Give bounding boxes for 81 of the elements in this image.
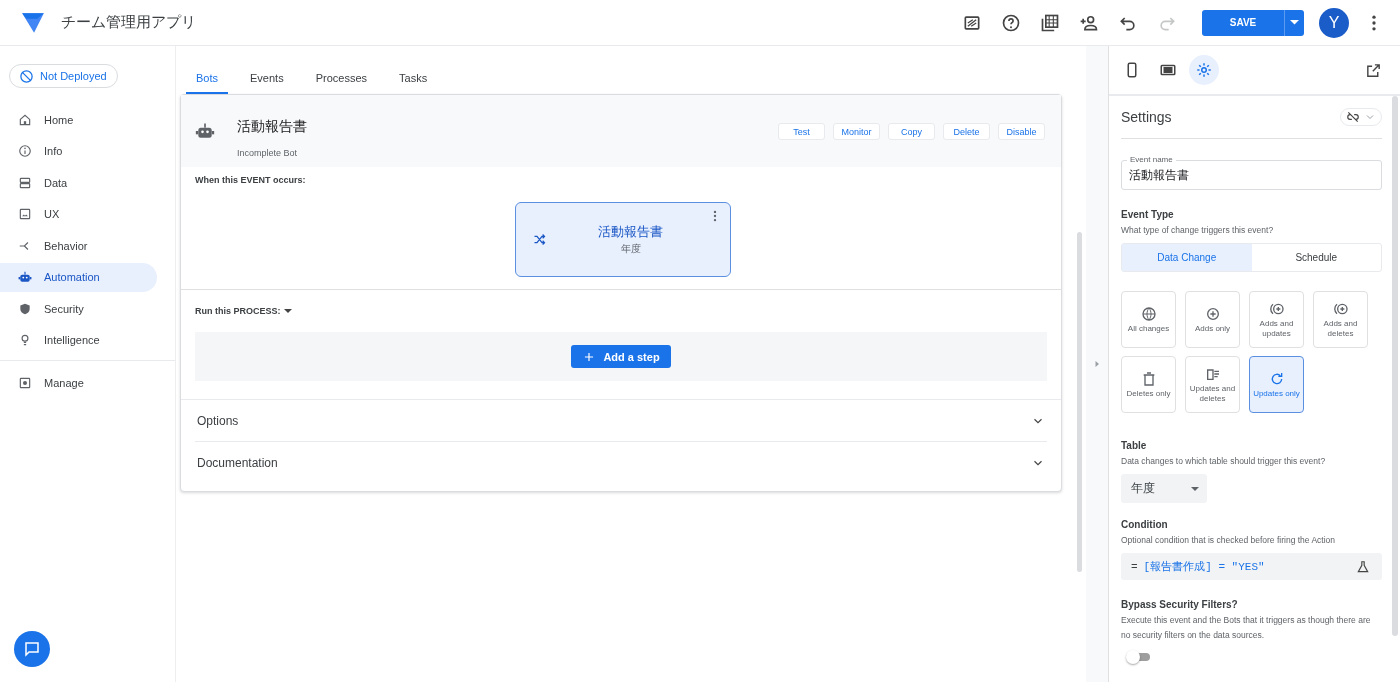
- panel-title: Settings: [1121, 109, 1172, 125]
- caret-icon[interactable]: [283, 309, 292, 313]
- save-menu-button[interactable]: [1284, 9, 1304, 36]
- section-title: Table: [1121, 440, 1148, 451]
- deploy-status-button[interactable]: Not Deployed: [9, 64, 118, 88]
- bot-action-button[interactable]: Monitor: [833, 123, 880, 140]
- section-label: Run this PROCESS:: [195, 306, 281, 316]
- change-type-option[interactable]: Updates only: [1249, 356, 1304, 413]
- user-avatar[interactable]: Y: [1319, 7, 1349, 38]
- bot-action-button[interactable]: Test: [778, 123, 825, 140]
- change-type-option[interactable]: Deletes only: [1121, 356, 1176, 413]
- section-label: When this EVENT occurs:: [195, 175, 307, 185]
- unlink-menu-button[interactable]: [1340, 108, 1382, 126]
- open-external-icon[interactable]: [1365, 61, 1382, 79]
- sidebar-item[interactable]: Data: [0, 168, 157, 197]
- link-off-icon: [1346, 110, 1360, 124]
- section-hint: Data changes to which table should trigger this event?: [1121, 455, 1327, 468]
- help-icon[interactable]: [1001, 12, 1021, 33]
- change-type-option[interactable]: Adds and deletes: [1313, 291, 1368, 348]
- change-type-option[interactable]: Adds and updates: [1249, 291, 1304, 348]
- sidebar-item[interactable]: Manage: [0, 368, 157, 398]
- home-icon: [18, 112, 32, 127]
- event-card[interactable]: 活動報告書 年度: [515, 202, 731, 277]
- condition-field[interactable]: = [報告書作成] = "YES": [1121, 553, 1382, 580]
- change-type-option[interactable]: All changes: [1121, 291, 1176, 348]
- app-title: チーム管理用アプリ: [61, 13, 196, 32]
- section-title: Condition: [1121, 519, 1169, 530]
- event-table: 年度: [547, 242, 714, 256]
- expression-text: [報告書作成] = "YES": [1143, 560, 1265, 574]
- section-hint: Optional condition that is checked before firing the Action: [1121, 534, 1337, 547]
- image-icon: [18, 207, 32, 221]
- bot-action-button[interactable]: Disable: [998, 123, 1045, 140]
- bot-action-button[interactable]: Copy: [888, 123, 935, 140]
- scrollbar[interactable]: [1392, 96, 1398, 636]
- section-hint: Execute this event and the Bots that it triggers as though there are no security filters on the data sources.: [1121, 614, 1372, 642]
- section-title: Event Type: [1121, 209, 1175, 220]
- sidebar-item[interactable]: Automation: [0, 262, 157, 292]
- bot-name: 活動報告書: [237, 118, 307, 136]
- section-hint: What type of change triggers this event?: [1121, 224, 1275, 237]
- save-button[interactable]: SAVE: [1202, 9, 1284, 36]
- info-icon: [18, 144, 32, 158]
- field-label: Event name: [1127, 155, 1176, 165]
- add-circle-icon: [1204, 305, 1221, 322]
- sidebar-item[interactable]: Home: [0, 105, 157, 134]
- chat-icon: [23, 640, 41, 658]
- data-icon: [18, 175, 32, 190]
- tab[interactable]: Processes: [305, 72, 377, 94]
- chat-button[interactable]: [14, 631, 50, 667]
- shield-icon: [18, 301, 32, 316]
- sidebar-item[interactable]: Behavior: [0, 231, 157, 260]
- robot-icon: [18, 270, 32, 284]
- add-step-button[interactable]: Add a step: [571, 345, 671, 368]
- accordion-header[interactable]: Options: [195, 400, 1047, 442]
- bulb-icon: [18, 333, 32, 347]
- table-select[interactable]: 年度: [1121, 474, 1207, 503]
- robot-icon: [195, 121, 215, 141]
- event-type-tab[interactable]: Data Change: [1122, 244, 1252, 271]
- event-title: 活動報告書: [597, 223, 664, 241]
- sidebar-item[interactable]: Security: [0, 294, 157, 323]
- manage-icon: [18, 376, 32, 390]
- shuffle-icon: [532, 232, 547, 247]
- sidebar-item[interactable]: UX: [0, 199, 157, 229]
- flask-icon[interactable]: [1356, 559, 1370, 574]
- scrollbar[interactable]: [1077, 232, 1082, 572]
- caret-icon: [1290, 20, 1299, 25]
- grid-icon[interactable]: [1040, 12, 1060, 33]
- bot-action-button[interactable]: Delete: [943, 123, 990, 140]
- section-title: Bypass Security Filters?: [1121, 599, 1239, 610]
- change-type-option[interactable]: Updates and deletes: [1185, 356, 1240, 413]
- bot-status: Incomplete Bot: [237, 148, 299, 158]
- settings-icon: [1195, 61, 1213, 79]
- sidebar-item[interactable]: Intelligence: [0, 325, 157, 355]
- tab[interactable]: Tasks: [389, 72, 438, 94]
- event-type-tab[interactable]: Schedule: [1251, 244, 1381, 271]
- expression-operator: =: [1131, 560, 1138, 573]
- sidebar-item[interactable]: Info: [0, 136, 157, 166]
- tab[interactable]: Events: [240, 72, 294, 94]
- change-type-option[interactable]: Adds only: [1185, 291, 1240, 348]
- globe-icon: [1140, 305, 1157, 322]
- caret-icon: [1191, 486, 1199, 491]
- accordion-header[interactable]: Documentation: [195, 442, 1047, 483]
